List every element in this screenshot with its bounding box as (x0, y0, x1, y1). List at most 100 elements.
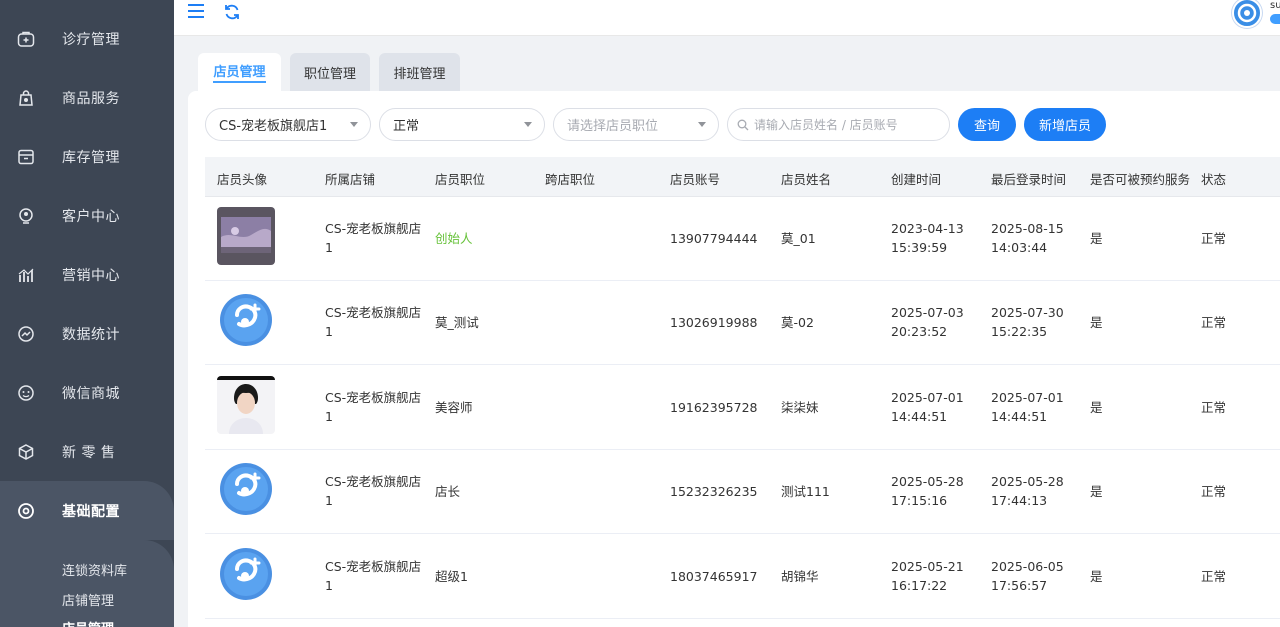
column-header: 跨店职位 (545, 172, 596, 187)
tab-label: 职位管理 (303, 66, 356, 82)
search-field[interactable] (727, 108, 950, 141)
store-name-line2: 1 (325, 493, 333, 508)
table-row: CS-宠老板旗舰店 1 莫_测试 13026919988 莫-02 2025-07-03 2… (205, 281, 1280, 365)
caret-down-icon (524, 122, 532, 127)
created-time-cell: 2025-05-21 16:17:22 (891, 557, 964, 595)
position-cell: 店长 (435, 484, 461, 499)
table-header: 店员头像 所属店铺 店员职位 跨店职位 店员账号 店员姓名 创建时间 最后登录时… (205, 157, 1280, 197)
staff-avatar-logo[interactable] (217, 291, 275, 349)
sidebar-item-customers[interactable]: 客户中心 (0, 187, 174, 245)
last-login-cell: 2025-05-28 17:44:13 (991, 472, 1064, 510)
created-time: 15:39:59 (891, 240, 948, 255)
store-name-line2: 1 (325, 240, 333, 255)
account-cell: 19162395728 (670, 400, 758, 415)
position-cell: 美容师 (435, 400, 473, 415)
created-time: 20:23:52 (891, 324, 948, 339)
sidebar-item-statistics[interactable]: 数据统计 (0, 305, 174, 363)
staff-avatar-logo[interactable] (217, 545, 275, 603)
sidebar-item-label: 数据统计 (62, 327, 120, 343)
status-select-value: 正常 (393, 119, 420, 134)
column-header: 最后登录时间 (991, 172, 1067, 187)
status-cell: 正常 (1201, 315, 1227, 330)
position-select-placeholder: 请选择店员职位 (567, 119, 659, 134)
login-date: 2025-06-05 (991, 559, 1064, 574)
sidebar-item-diagnosis[interactable]: 诊疗管理 (0, 10, 174, 68)
store-cell: CS-宠老板旗舰店 1 (325, 472, 421, 510)
account-cell: 15232326235 (670, 484, 758, 499)
refresh-icon[interactable] (222, 2, 242, 22)
caret-down-icon (350, 122, 358, 127)
status-toggle[interactable] (1270, 14, 1280, 24)
sidebar-subitem-staff-management[interactable]: 店员管理 (62, 618, 114, 627)
position-cell: 超级1 (435, 569, 468, 584)
status-cell: 正常 (1201, 231, 1227, 246)
created-time-cell: 2025-07-01 14:44:51 (891, 388, 964, 426)
add-staff-button[interactable]: 新增店员 (1024, 108, 1106, 141)
tab-label: 店员管理 (213, 61, 266, 83)
settings-circle-icon (16, 501, 36, 521)
store-name-line1: CS-宠老板旗舰店 (325, 305, 422, 320)
store-name-line1: CS-宠老板旗舰店 (325, 221, 422, 236)
staff-avatar-photo[interactable] (217, 376, 275, 434)
last-login-cell: 2025-06-05 17:56:57 (991, 557, 1064, 595)
sidebar-subitem-store-management[interactable]: 店铺管理 (62, 590, 114, 609)
account-cell: 13026919988 (670, 315, 758, 330)
bookable-cell: 是 (1090, 400, 1103, 415)
column-header: 是否可被预约服务 (1090, 172, 1191, 187)
status-select[interactable]: 正常 (379, 108, 545, 141)
column-header: 店员头像 (217, 172, 268, 187)
store-cell: CS-宠老板旗舰店 1 (325, 557, 421, 595)
sidebar-item-wechat-mall[interactable]: 微信商城 (0, 364, 174, 422)
login-time: 14:44:51 (991, 409, 1048, 424)
tab-position-management[interactable]: 职位管理 (290, 53, 370, 91)
statistics-icon (16, 324, 36, 344)
store-name-line2: 1 (325, 578, 333, 593)
tab-schedule-management[interactable]: 排班管理 (379, 53, 460, 91)
sidebar-item-label: 库存管理 (62, 150, 120, 166)
store-cell: CS-宠老板旗舰店 1 (325, 303, 421, 341)
created-date: 2023-04-13 (891, 221, 964, 236)
created-time: 17:15:16 (891, 493, 948, 508)
marketing-chart-icon (16, 265, 36, 285)
bookable-cell: 是 (1090, 484, 1103, 499)
status-cell: 正常 (1201, 400, 1227, 415)
position-cell: 创始人 (435, 231, 473, 246)
shopping-bag-icon (16, 88, 36, 108)
sidebar-item-products[interactable]: 商品服务 (0, 69, 174, 127)
search-input[interactable] (754, 117, 944, 132)
store-select[interactable]: CS-宠老板旗舰店1 (205, 108, 371, 141)
login-date: 2025-07-01 (991, 390, 1064, 405)
user-avatar[interactable] (1232, 0, 1262, 28)
query-button[interactable]: 查询 (958, 108, 1016, 141)
login-date: 2025-05-28 (991, 474, 1064, 489)
tab-staff-management[interactable]: 店员管理 (198, 53, 281, 91)
menu-toggle-icon[interactable] (186, 2, 206, 20)
last-login-cell: 2025-07-30 15:22:35 (991, 303, 1064, 341)
sidebar-item-basic-config[interactable]: 基础配置 (0, 481, 174, 540)
table-row: CS-宠老板旗舰店 1 超级1 18037465917 胡锦华 2025-05-21 16:… (205, 535, 1280, 619)
staff-name-cell: 测试111 (781, 484, 830, 499)
sidebar-item-marketing[interactable]: 营销中心 (0, 246, 174, 304)
tab-label: 排班管理 (393, 66, 446, 82)
table-row: CS-宠老板旗舰店 1 美容师 19162395728 柒柒妹 2025-07-01 14:… (205, 366, 1280, 450)
position-select[interactable]: 请选择店员职位 (553, 108, 719, 141)
login-date: 2025-08-15 (991, 221, 1064, 236)
column-header: 店员职位 (435, 172, 486, 187)
sidebar-subitem-chain-library[interactable]: 连锁资料库 (62, 560, 127, 579)
created-date: 2025-05-21 (891, 559, 964, 574)
sidebar-item-inventory[interactable]: 库存管理 (0, 128, 174, 186)
bookable-cell: 是 (1090, 569, 1103, 584)
sidebar-item-new-retail[interactable]: 新 零 售 (0, 423, 174, 481)
retail-cube-icon (16, 442, 36, 462)
bookable-cell: 是 (1090, 315, 1103, 330)
top-bar: su (174, 0, 1280, 36)
created-time-cell: 2023-04-13 15:39:59 (891, 219, 964, 257)
staff-name-cell: 莫_01 (781, 231, 816, 246)
column-header: 创建时间 (891, 172, 942, 187)
created-date: 2025-07-03 (891, 305, 964, 320)
user-name: su (1270, 0, 1280, 11)
staff-avatar-photo[interactable] (217, 207, 275, 265)
created-time-cell: 2025-05-28 17:15:16 (891, 472, 964, 510)
caret-down-icon (698, 122, 706, 127)
staff-avatar-logo[interactable] (217, 460, 275, 518)
